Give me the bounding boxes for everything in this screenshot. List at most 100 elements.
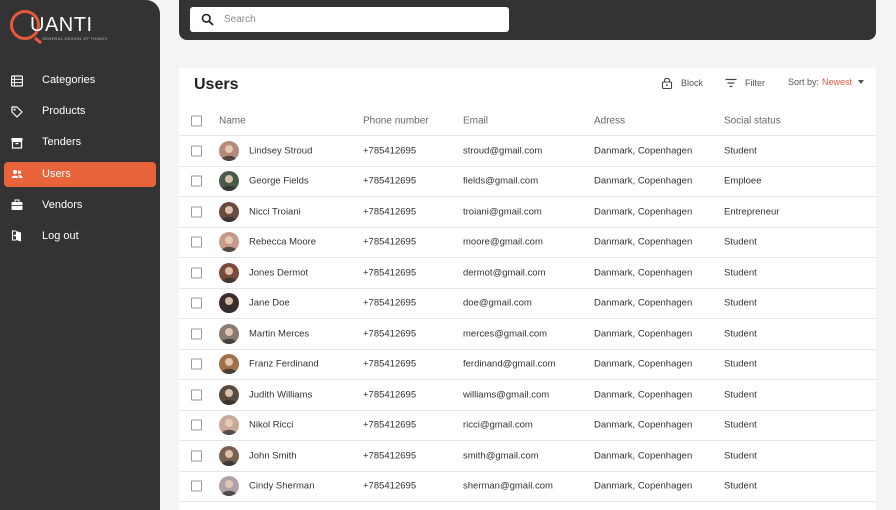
filter-icon bbox=[725, 77, 737, 89]
user-email: dermot@gmail.com bbox=[463, 267, 546, 279]
user-email: sherman@gmail.com bbox=[463, 480, 553, 492]
avatar bbox=[219, 171, 239, 192]
table-body: Lindsey Stroud +785412695 stroud@gmail.com… bbox=[179, 136, 876, 502]
row-checkbox[interactable] bbox=[191, 480, 202, 492]
row-checkbox[interactable] bbox=[191, 450, 202, 462]
sidebar-item-label: Categories bbox=[42, 74, 96, 86]
users-table: Name Phone number Email Adress Social st… bbox=[179, 106, 876, 502]
user-status: Student bbox=[724, 145, 757, 157]
sidebar-item-products[interactable]: Products bbox=[4, 99, 156, 124]
column-header-phone[interactable]: Phone number bbox=[363, 115, 429, 126]
user-name: Rebecca Moore bbox=[249, 236, 317, 248]
table-header: Name Phone number Email Adress Social st… bbox=[179, 106, 876, 136]
user-phone: +785412695 bbox=[363, 480, 417, 492]
avatar bbox=[219, 476, 239, 497]
column-header-email[interactable]: Email bbox=[463, 115, 488, 126]
app-root: UANTI GENERAL DESIGN OF THINGS Categorie… bbox=[0, 0, 896, 510]
select-all-checkbox[interactable] bbox=[191, 115, 202, 126]
user-phone: +785412695 bbox=[363, 267, 417, 279]
user-status: Student bbox=[724, 297, 757, 309]
topbar bbox=[179, 0, 876, 40]
table-row[interactable]: Martin Merces +785412695 merces@gmail.com D… bbox=[179, 319, 876, 350]
user-status: Entrepreneur bbox=[724, 206, 780, 218]
user-name: John Smith bbox=[249, 450, 297, 462]
search-box bbox=[190, 7, 509, 32]
row-checkbox[interactable] bbox=[191, 175, 202, 187]
avatar bbox=[219, 354, 239, 375]
users-icon bbox=[10, 168, 23, 181]
logo[interactable]: UANTI GENERAL DESIGN OF THINGS bbox=[10, 8, 150, 44]
user-address: Danmark, Copenhagen bbox=[594, 328, 693, 340]
row-checkbox[interactable] bbox=[191, 419, 202, 431]
user-email: troiani@gmail.com bbox=[463, 206, 542, 218]
row-checkbox[interactable] bbox=[191, 206, 202, 218]
row-checkbox[interactable] bbox=[191, 236, 202, 248]
row-checkbox[interactable] bbox=[191, 328, 202, 340]
table-row[interactable]: George Fields +785412695 fields@gmail.com D… bbox=[179, 167, 876, 197]
user-name: Jones Dermot bbox=[249, 267, 309, 279]
row-checkbox[interactable] bbox=[191, 267, 202, 279]
sort-dropdown[interactable]: Sort by: Newest bbox=[788, 77, 865, 87]
avatar bbox=[219, 445, 239, 466]
table-row[interactable]: Lindsey Stroud +785412695 stroud@gmail.com… bbox=[179, 136, 876, 167]
row-checkbox[interactable] bbox=[191, 389, 202, 401]
table-row[interactable]: Nikol Ricci +785412695 ricci@gmail.com Danm… bbox=[179, 411, 876, 441]
avatar bbox=[219, 262, 239, 283]
row-checkbox[interactable] bbox=[191, 358, 202, 370]
table-row[interactable]: Nicci Troiani +785412695 troiani@gmail.com… bbox=[179, 197, 876, 228]
sidebar-item-categories[interactable]: Categories bbox=[4, 68, 156, 93]
user-status: Emploee bbox=[724, 175, 762, 187]
filter-button[interactable]: Filter bbox=[725, 77, 765, 89]
user-phone: +785412695 bbox=[363, 206, 417, 218]
logo-text: UANTI bbox=[30, 14, 93, 36]
avatar bbox=[219, 232, 239, 253]
user-email: doe@gmail.com bbox=[463, 297, 532, 309]
search-input[interactable] bbox=[224, 10, 494, 29]
table-row[interactable]: John Smith +785412695 smith@gmail.com Danma… bbox=[179, 441, 876, 472]
user-name: Martin Merces bbox=[249, 328, 310, 340]
sidebar-item-logout[interactable]: Log out bbox=[4, 224, 156, 249]
column-header-status[interactable]: Social status bbox=[724, 115, 781, 126]
sidebar: UANTI GENERAL DESIGN OF THINGS Categorie… bbox=[0, 0, 160, 510]
user-address: Danmark, Copenhagen bbox=[594, 267, 693, 279]
table-row[interactable]: Franz Ferdinand +785412695 ferdinand@gmail… bbox=[179, 350, 876, 380]
user-phone: +785412695 bbox=[363, 297, 417, 309]
user-email: williams@gmail.com bbox=[463, 389, 550, 401]
block-button[interactable]: Block bbox=[661, 77, 703, 90]
caret-down-icon bbox=[858, 80, 865, 84]
user-address: Danmark, Copenhagen bbox=[594, 480, 693, 492]
sidebar-item-label: Vendors bbox=[42, 198, 83, 211]
user-phone: +785412695 bbox=[363, 389, 417, 401]
user-email: smith@gmail.com bbox=[463, 450, 539, 462]
sidebar-nav: Categories Products Tenders Users Vendor… bbox=[4, 68, 156, 255]
table-row[interactable]: Jane Doe +785412695 doe@gmail.com Danmark, … bbox=[179, 289, 876, 319]
user-address: Danmark, Copenhagen bbox=[594, 450, 693, 462]
users-panel: Users Block Filter Sort by: Newest Name … bbox=[179, 68, 876, 510]
logout-icon bbox=[10, 230, 23, 243]
table-row[interactable]: Rebecca Moore +785412695 moore@gmail.com Da… bbox=[179, 228, 876, 258]
table-row[interactable]: Jones Dermot +785412695 dermot@gmail.com Da… bbox=[179, 258, 876, 289]
user-phone: +785412695 bbox=[363, 328, 417, 340]
table-row[interactable]: Cindy Sherman +785412695 sherman@gmail.com… bbox=[179, 472, 876, 502]
table-row[interactable]: Judith Williams +785412695 williams@gmail.… bbox=[179, 380, 876, 411]
sidebar-item-users[interactable]: Users bbox=[4, 161, 156, 187]
row-checkbox[interactable] bbox=[191, 297, 202, 309]
user-email: moore@gmail.com bbox=[463, 236, 543, 248]
user-phone: +785412695 bbox=[363, 419, 417, 431]
user-address: Danmark, Copenhagen bbox=[594, 236, 693, 248]
sidebar-item-label: Users bbox=[42, 167, 71, 180]
user-email: ricci@gmail.com bbox=[463, 419, 533, 431]
row-checkbox[interactable] bbox=[191, 145, 202, 157]
user-address: Danmark, Copenhagen bbox=[594, 206, 693, 218]
column-header-name[interactable]: Name bbox=[219, 115, 246, 126]
user-status: Student bbox=[724, 328, 757, 340]
user-status: Student bbox=[724, 267, 757, 279]
column-header-address[interactable]: Adress bbox=[594, 115, 625, 126]
sidebar-item-label: Log out bbox=[42, 229, 79, 242]
sidebar-item-vendors[interactable]: Vendors bbox=[4, 193, 156, 218]
user-address: Danmark, Copenhagen bbox=[594, 297, 693, 309]
avatar bbox=[219, 323, 239, 344]
user-status: Student bbox=[724, 419, 757, 431]
user-name: Nikol Ricci bbox=[249, 419, 294, 431]
sidebar-item-tenders[interactable]: Tenders bbox=[4, 130, 156, 155]
